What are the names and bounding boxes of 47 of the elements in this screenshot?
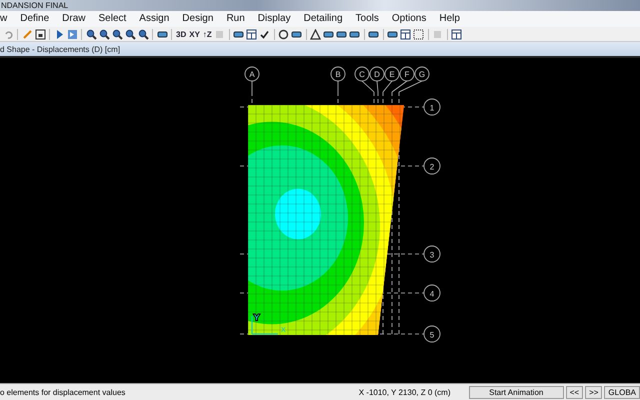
step-icon[interactable] [66, 28, 78, 40]
menu-item[interactable]: Tools [349, 13, 386, 24]
cursor-coordinates: X -1010, Y 2130, Z 0 (cm) [358, 388, 452, 397]
menu-item[interactable]: Assign [132, 13, 176, 24]
menu-item[interactable]: Options [385, 13, 433, 24]
grid-bubble: B [330, 67, 346, 82]
status-button[interactable]: >> [585, 386, 602, 399]
zoom-icon[interactable] [85, 28, 97, 40]
circle-icon[interactable] [278, 28, 290, 40]
view-button[interactable]: 3D [175, 28, 188, 40]
grid-bubble: 1 [424, 99, 440, 116]
zoom-icon[interactable] [111, 28, 123, 40]
grid-bubble: C [354, 67, 370, 82]
grid-bubble: 4 [424, 285, 440, 302]
zoom-icon[interactable] [137, 28, 149, 40]
zoom-icon[interactable] [124, 28, 136, 40]
menu-item[interactable]: Design [176, 13, 220, 24]
grid-bubble: 3 [424, 246, 440, 263]
view-button[interactable]: XY [188, 28, 201, 40]
tri-icon[interactable] [310, 28, 322, 40]
grid-bubble: E [384, 67, 400, 82]
menu-item[interactable]: Define [14, 13, 56, 24]
grid-bubble: 5 [424, 326, 440, 343]
menu-item[interactable]: Display [251, 13, 298, 24]
view-button[interactable]: ↑Z [202, 28, 213, 40]
status-button[interactable]: GLOBA [604, 386, 640, 399]
view-title: d Shape - Displacements (D) [cm] [0, 44, 120, 54]
grid-bubble: 2 [424, 158, 440, 175]
grid-bubble: D [370, 67, 384, 82]
menu-item[interactable]: Run [220, 13, 252, 24]
menu-item[interactable]: w [0, 13, 14, 24]
grid-bubble: A [244, 67, 260, 82]
check-icon[interactable] [258, 28, 271, 40]
menu-item[interactable]: Select [92, 13, 133, 24]
zoom-icon[interactable] [98, 28, 110, 40]
window-title: NDANSION FINAL [0, 0, 68, 11]
menu-item[interactable]: Detailing [297, 13, 350, 24]
status-message: o elements for displacement values [0, 388, 126, 397]
status-button[interactable]: << [566, 386, 584, 399]
grid-bubble: F [400, 67, 414, 82]
table-icon[interactable] [450, 28, 463, 40]
grid-icon[interactable] [246, 28, 258, 40]
grid-bubble: G [414, 67, 430, 82]
dots-icon[interactable] [412, 28, 425, 40]
menu-item[interactable]: Draw [56, 13, 92, 24]
status-button[interactable]: Start Animation [468, 386, 564, 399]
menu-item[interactable]: Help [432, 13, 466, 24]
